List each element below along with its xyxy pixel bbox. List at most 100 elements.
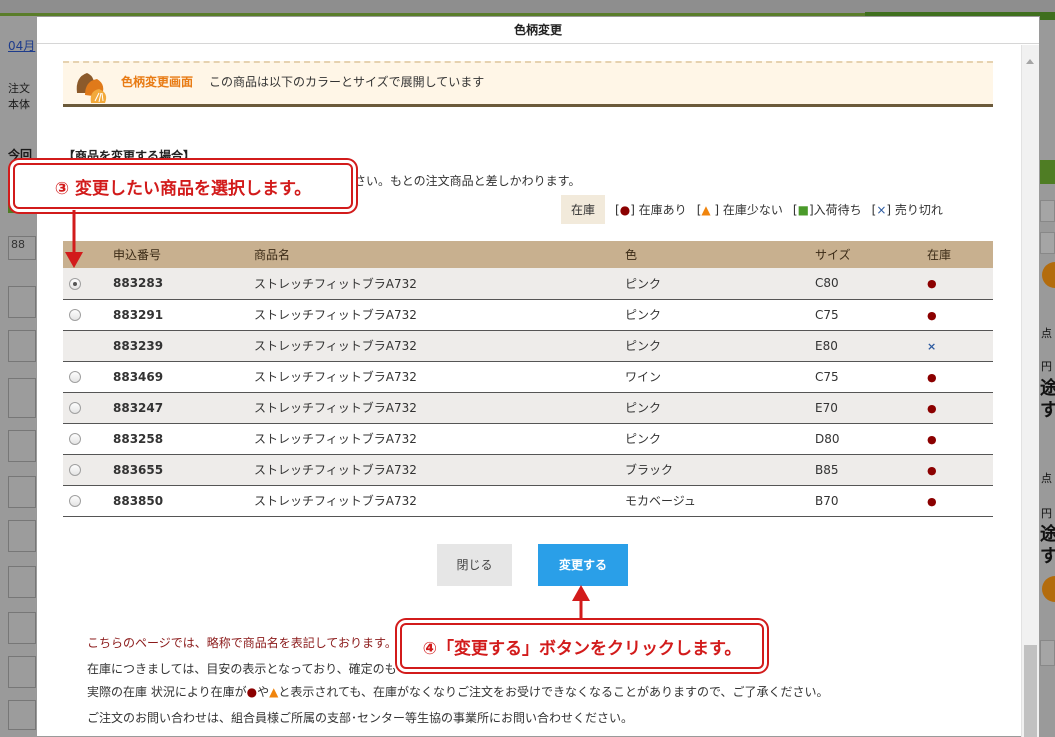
abbreviation-note: こちらのページでは、略称で商品名を表記しております。 [87, 636, 397, 650]
row-product-name: ストレッチフィットブラA732 [254, 299, 625, 331]
header-color: 色 [625, 241, 815, 268]
modal-scrollbar[interactable] [1021, 45, 1039, 737]
background-right-text: 点 [1041, 327, 1052, 340]
banner-title: 色柄変更画面 [121, 75, 194, 89]
background-label-today: 今回 [8, 148, 33, 162]
scroll-thumb[interactable] [1024, 645, 1037, 737]
awaiting-square-icon: ■ [797, 202, 809, 217]
background-date-link[interactable]: 04月 [8, 37, 35, 54]
row-radio[interactable] [69, 402, 81, 414]
callout-step3: ③ 変更したい商品を選択します。 [13, 163, 353, 209]
in-stock-dot-icon: ● [927, 370, 937, 384]
in-stock-dot-icon: ● [927, 494, 937, 508]
row-product-name: ストレッチフィットブラA732 [254, 330, 625, 362]
background-orange-button[interactable] [1042, 576, 1055, 602]
background-box [8, 378, 36, 418]
row-radio[interactable] [69, 495, 81, 507]
legend-low-stock: [▲ ] 在庫少ない [696, 202, 783, 217]
header-order-number: 申込番号 [113, 241, 254, 268]
in-stock-dot-icon: ● [927, 308, 937, 322]
row-size: E70 [815, 392, 917, 424]
row-radio[interactable] [69, 371, 81, 383]
background-right-box [1040, 640, 1055, 666]
row-size: D80 [815, 423, 917, 455]
background-orange-button[interactable] [1042, 262, 1055, 288]
callout-step4: ④「変更する」ボタンをクリックします。 [400, 623, 764, 669]
background-right-green [1040, 160, 1055, 184]
low-stock-triangle-icon: ▲ [269, 685, 279, 699]
in-stock-dot-icon: ● [619, 202, 631, 217]
row-size: B70 [815, 485, 917, 517]
background-text-1: 注文 [8, 82, 30, 95]
change-button[interactable]: 変更する [538, 544, 628, 586]
section-title: 【商品を変更する場合】 [63, 149, 196, 163]
sold-out-x-icon: × [876, 202, 887, 217]
row-color: ピンク [625, 299, 815, 331]
background-right-box [1040, 232, 1055, 254]
row-number: 883283 [113, 268, 254, 300]
row-size: C75 [815, 299, 917, 331]
background-right-text: す [1040, 546, 1055, 567]
row-color: ワイン [625, 361, 815, 393]
row-color: モカベージュ [625, 485, 815, 517]
background-box [8, 700, 36, 730]
row-number: 883469 [113, 361, 254, 393]
table-row[interactable]: 883655 ストレッチフィットブラA732 ブラック B85 ● [63, 454, 993, 486]
table-row: 883239 ストレッチフィットブラA732 ピンク E80 × [63, 330, 993, 362]
row-number: 883247 [113, 392, 254, 424]
row-size: C75 [815, 361, 917, 393]
background-box [8, 430, 36, 462]
row-radio[interactable] [69, 309, 81, 321]
table-row[interactable]: 883247 ストレッチフィットブラA732 ピンク E70 ● [63, 392, 993, 424]
table-row[interactable]: 883469 ストレッチフィットブラA732 ワイン C75 ● [63, 361, 993, 393]
close-button[interactable]: 閉じる [437, 544, 512, 586]
shells-icon [76, 73, 107, 103]
header-size: サイズ [815, 241, 917, 268]
background-right-text: す [1040, 400, 1055, 421]
row-color: ブラック [625, 454, 815, 486]
table-header-row: 申込番号 商品名 色 サイズ 在庫 [63, 241, 993, 268]
instruction-text: ださい。もとの注文商品と差しかわります。 [342, 174, 581, 188]
background-input[interactable]: 88 [8, 236, 36, 260]
modal-title: 色柄変更 [37, 17, 1039, 44]
background-box [8, 520, 36, 552]
background-box [8, 476, 36, 508]
in-stock-dot-icon: ● [927, 277, 937, 291]
inquiry-note: ご注文のお問い合わせは、組合員様ご所属の支部･センター等生協の事業所にお問い合わ… [87, 711, 634, 725]
scroll-up-arrow-icon[interactable] [1026, 59, 1034, 64]
stock-legend: 在庫 [●] 在庫あり [▲ ] 在庫少ない [■]入荷待ち [×] 売り切れ [561, 194, 953, 224]
row-color: ピンク [625, 268, 815, 300]
product-table: 申込番号 商品名 色 サイズ 在庫 883283 ストレッチフィットブラA732… [63, 241, 993, 517]
row-size: C80 [815, 268, 917, 300]
sold-out-x-icon: × [927, 339, 937, 353]
background-box [8, 330, 36, 362]
table-row[interactable]: 883850 ストレッチフィットブラA732 モカベージュ B70 ● [63, 485, 993, 517]
in-stock-dot-icon: ● [927, 463, 937, 477]
background-box [8, 286, 36, 318]
row-number: 883291 [113, 299, 254, 331]
legend-label: 在庫 [561, 194, 606, 224]
table-row[interactable]: 883258 ストレッチフィットブラA732 ピンク D80 ● [63, 423, 993, 455]
banner-text: この商品は以下のカラーとサイズで展開しています [209, 75, 485, 89]
row-radio[interactable] [69, 433, 81, 445]
legend-sold-out: [×] 売り切れ [871, 202, 943, 217]
low-stock-triangle-icon: ▲ [701, 202, 711, 217]
table-row[interactable]: 883291 ストレッチフィットブラA732 ピンク C75 ● [63, 299, 993, 331]
row-product-name: ストレッチフィットブラA732 [254, 423, 625, 455]
background-box [8, 612, 36, 644]
row-color: ピンク [625, 392, 815, 424]
row-radio[interactable] [69, 277, 81, 290]
row-radio-empty [63, 330, 113, 362]
background-right-box [1040, 200, 1055, 222]
row-product-name: ストレッチフィットブラA732 [254, 485, 625, 517]
header-product-name: 商品名 [254, 241, 625, 268]
in-stock-dot-icon: ● [927, 432, 937, 446]
table-row[interactable]: 883283 ストレッチフィットブラA732 ピンク C80 ● [63, 268, 993, 300]
row-color: ピンク [625, 423, 815, 455]
stock-note-line2: 実際の在庫 状況により在庫が●や▲と表示されても、在庫がなくなりご注文をお受けで… [87, 685, 829, 699]
row-radio[interactable] [69, 464, 81, 476]
row-size: E80 [815, 330, 917, 362]
stock-note-line1: 在庫につきましては、目安の表示となっており、確定のも [87, 662, 397, 676]
header-banner: 色柄変更画面 この商品は以下のカラーとサイズで展開しています [63, 61, 993, 107]
row-product-name: ストレッチフィットブラA732 [254, 361, 625, 393]
